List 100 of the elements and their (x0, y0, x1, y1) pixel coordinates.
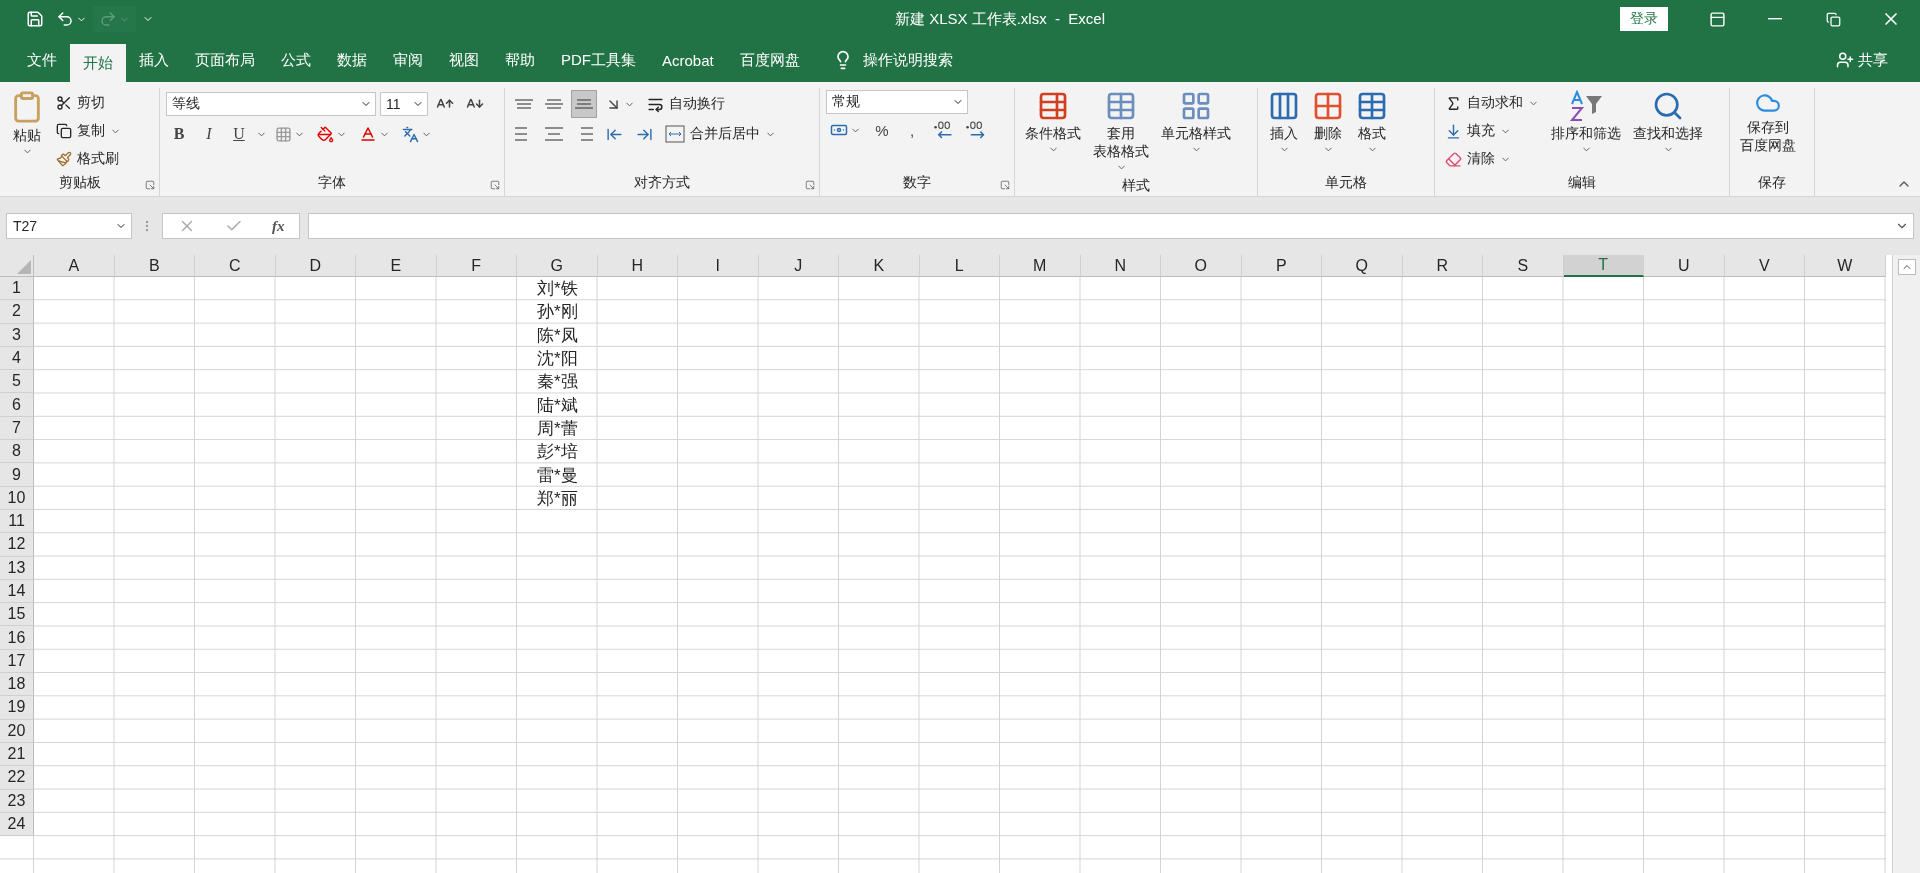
column-header[interactable]: S (1483, 255, 1564, 277)
insert-cells-button[interactable]: 插入 (1264, 88, 1304, 172)
row-header[interactable]: 17 (0, 649, 34, 674)
column-header[interactable]: L (919, 255, 1000, 277)
row-header[interactable]: 1 (0, 277, 34, 301)
column-header[interactable]: J (758, 255, 839, 277)
formula-input[interactable] (308, 213, 1914, 239)
menu-tab[interactable]: 公式 (268, 38, 324, 82)
column-header[interactable]: G (517, 255, 598, 277)
restore-icon (1825, 11, 1841, 27)
column-header[interactable]: N (1080, 255, 1161, 277)
column-header[interactable]: F (436, 255, 517, 277)
format-as-table-button[interactable]: 套用 表格格式 (1089, 88, 1153, 175)
row-header[interactable]: 10 (0, 486, 34, 510)
menu-tab[interactable]: PDF工具集 (548, 38, 649, 82)
sign-in-button[interactable]: 登录 (1620, 7, 1668, 31)
row-header[interactable]: 3 (0, 323, 34, 347)
conditional-formatting-button[interactable]: 条件格式 (1021, 88, 1085, 175)
vertical-align-button[interactable] (571, 90, 597, 118)
column-header[interactable]: H (597, 255, 678, 277)
tell-me-search[interactable]: 操作说明搜索 (826, 38, 959, 82)
insert-function-button[interactable]: fx (271, 217, 285, 235)
underline-button[interactable]: U (226, 120, 252, 148)
share-button[interactable]: 共享 (1830, 38, 1894, 82)
column-header[interactable]: P (1241, 255, 1322, 277)
number-format-field[interactable]: 常规 (826, 90, 968, 114)
menu-tab[interactable]: 视图 (436, 38, 492, 82)
bold-button[interactable]: B (166, 120, 192, 148)
grid-icon (1180, 90, 1212, 122)
clear-button[interactable]: 清除 (1441, 146, 1543, 172)
menu-tab[interactable]: 数据 (324, 38, 380, 82)
sort-filter-icon (1568, 90, 1604, 122)
font-size-field[interactable]: 11 (380, 92, 428, 116)
row-header[interactable]: 7 (0, 416, 34, 441)
row-header[interactable]: 4 (0, 346, 34, 371)
row-header[interactable]: 24 (0, 812, 34, 837)
row-header[interactable]: 12 (0, 533, 34, 557)
vertical-scrollbar[interactable] (1892, 255, 1920, 873)
save-to-cloud-button[interactable]: 保存到 百度网盘 (1736, 88, 1800, 172)
find-select-button[interactable]: 查找和选择 (1629, 88, 1707, 172)
paste-button[interactable]: 粘贴 (6, 88, 48, 172)
menu-tab[interactable]: 文件 (14, 38, 70, 82)
column-header[interactable]: U (1644, 255, 1725, 277)
percent-style-button[interactable]: % (869, 116, 895, 144)
menu-tab[interactable]: 审阅 (380, 38, 436, 82)
column-header[interactable]: D (275, 255, 356, 277)
column-header[interactable]: B (114, 255, 195, 277)
row-header[interactable]: 6 (0, 393, 34, 417)
column-header[interactable]: I (678, 255, 759, 277)
sort-filter-button[interactable]: 排序和筛选 (1547, 88, 1625, 172)
menu-tab[interactable]: 百度网盘 (726, 38, 813, 82)
row-header[interactable]: 8 (0, 440, 34, 464)
column-header[interactable]: R (1402, 255, 1483, 277)
menu-tab[interactable]: 帮助 (492, 38, 548, 82)
merge-center-button[interactable]: 合并后居中 (661, 121, 780, 147)
row-header[interactable]: 13 (0, 556, 34, 580)
column-header[interactable]: E (356, 255, 437, 277)
column-header[interactable]: O (1161, 255, 1242, 277)
fill-button[interactable]: 填充 (1441, 118, 1543, 144)
column-header[interactable]: Q (1322, 255, 1403, 277)
cut-button[interactable]: 剪切 (52, 90, 125, 116)
delete-cells-button[interactable]: 删除 (1308, 88, 1348, 172)
row-header[interactable]: 23 (0, 789, 34, 813)
menu-tab[interactable]: 页面布局 (182, 38, 268, 82)
column-header[interactable]: T (1563, 255, 1644, 277)
row-header[interactable]: 9 (0, 463, 34, 487)
row-header[interactable]: 22 (0, 766, 34, 790)
column-header[interactable]: C (195, 255, 276, 277)
row-header[interactable]: 18 (0, 673, 34, 697)
row-header[interactable]: 11 (0, 509, 34, 534)
row-header[interactable]: 21 (0, 742, 34, 767)
row-header[interactable]: 16 (0, 626, 34, 650)
italic-button[interactable]: I (196, 120, 222, 148)
font-name-field[interactable]: 等线 (166, 92, 376, 116)
copy-button[interactable]: 复制 (52, 118, 125, 144)
format-cells-button[interactable]: 格式 (1352, 88, 1392, 172)
paintbrush-icon (56, 151, 72, 167)
comma-style-button[interactable]: , (899, 116, 925, 144)
wrap-text-button[interactable]: 自动换行 (643, 91, 729, 117)
row-header[interactable]: 15 (0, 603, 34, 627)
name-box[interactable]: T27 (6, 213, 132, 239)
autosum-button[interactable]: 自动求和 (1441, 90, 1543, 116)
row-header[interactable]: 5 (0, 370, 34, 394)
group-label: 数字 (902, 174, 932, 192)
column-header[interactable]: A (34, 255, 115, 277)
select-all-button[interactable] (0, 255, 34, 277)
column-header[interactable]: V (1724, 255, 1805, 277)
cell-styles-button[interactable]: 单元格样式 (1157, 88, 1235, 175)
column-header[interactable]: M (1000, 255, 1081, 277)
row-header[interactable]: 2 (0, 300, 34, 324)
row-header[interactable]: 20 (0, 719, 34, 743)
menu-tab[interactable]: 插入 (126, 38, 182, 82)
menu-tab[interactable]: 开始 (70, 44, 126, 82)
column-header[interactable]: K (839, 255, 920, 277)
menu-tab[interactable]: Acrobat (649, 38, 727, 82)
row-header[interactable]: 19 (0, 696, 34, 720)
format-painter-button[interactable]: 格式刷 (52, 146, 125, 172)
table-cell-text: 陆*斌 (535, 394, 579, 417)
row-header[interactable]: 14 (0, 579, 34, 604)
column-header[interactable]: W (1805, 255, 1886, 277)
